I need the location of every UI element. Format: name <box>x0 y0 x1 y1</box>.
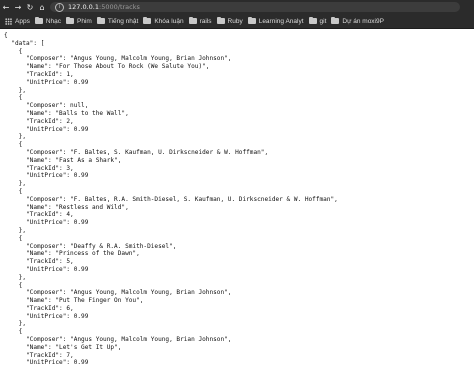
bookmark-9[interactable]: Dự án moxi9P <box>331 17 384 25</box>
back-icon[interactable]: ← <box>0 0 12 14</box>
bookmark-label: Nhạc <box>45 17 62 25</box>
apps-icon <box>5 17 12 25</box>
json-line: "data": [ <box>4 39 45 47</box>
json-line: { <box>4 94 23 102</box>
json-line: "Name": "Fast As a Shark", <box>4 156 122 164</box>
json-line: "Composer": "Angus Young, Malcolm Young,… <box>4 336 232 344</box>
json-line: "Name": "Let's Get It Up", <box>4 343 122 351</box>
json-line: "UnitPrice": 0.99 <box>4 359 89 367</box>
json-line: { <box>4 234 23 242</box>
json-line: "TrackId": 3, <box>4 164 74 172</box>
folder-icon <box>308 17 317 24</box>
json-line: }, <box>4 226 27 234</box>
json-line: "TrackId": 2, <box>4 117 74 125</box>
bookmark-label: Learning Analyt <box>258 17 304 25</box>
json-line: { <box>4 141 23 149</box>
bookmark-label: rails <box>199 17 212 25</box>
json-line: "UnitPrice": 0.99 <box>4 219 89 227</box>
bookmark-8[interactable]: git <box>308 17 327 25</box>
json-line: { <box>4 187 23 195</box>
json-line: }, <box>4 273 27 281</box>
folder-icon <box>188 17 197 24</box>
bookmark-label: Khóa luận <box>154 17 184 25</box>
json-line: }, <box>4 320 27 328</box>
bookmarks-bar: Apps Nhạc Phim Tiếng nhật Khóa luận rails Ruby… <box>0 14 474 29</box>
json-line: { <box>4 47 23 55</box>
json-line: "Composer": "F. Baltes, S. Kaufman, U. D… <box>4 148 269 156</box>
address-bar[interactable]: i 127.0.0.1:5000/tracks <box>50 2 460 12</box>
json-line: "Composer": "Deaffy & R.A. Smith-Diesel"… <box>4 242 177 250</box>
json-line: "TrackId": 5, <box>4 258 74 266</box>
folder-icon <box>96 17 105 24</box>
json-line: "Composer": "F. Baltes, R.A. Smith-Diese… <box>4 195 338 203</box>
json-line: "Name": "Balls to the Wall", <box>4 109 129 117</box>
bookmark-label: Tiếng nhật <box>107 17 139 25</box>
folder-icon <box>216 17 225 24</box>
bookmark-label: git <box>319 17 327 25</box>
home-icon[interactable]: ⌂ <box>36 0 48 14</box>
json-line: "Name": "Restless and Wild", <box>4 203 129 211</box>
bookmark-label: Apps <box>15 17 30 25</box>
json-line: "Composer": "Angus Young, Malcolm Young,… <box>4 289 232 297</box>
folder-icon <box>34 17 43 24</box>
bookmark-4[interactable]: Khóa luận <box>143 17 184 25</box>
reload-icon[interactable]: ↻ <box>24 0 36 14</box>
bookmark-label: Dự án moxi9P <box>342 17 384 25</box>
json-line: "Name": "For Those About To Rock (We Sal… <box>4 63 210 71</box>
json-line: { <box>4 328 23 336</box>
bookmark-7[interactable]: Learning Analyt <box>247 17 304 25</box>
json-line: "TrackId": 4, <box>4 211 74 219</box>
json-line: "UnitPrice": 0.99 <box>4 78 89 86</box>
json-line: "UnitPrice": 0.99 <box>4 125 89 133</box>
json-line: }, <box>4 86 27 94</box>
json-line: "UnitPrice": 0.99 <box>4 312 89 320</box>
bookmark-3[interactable]: Tiếng nhật <box>96 17 139 25</box>
bookmark-label: Ruby <box>227 17 243 25</box>
info-icon[interactable]: i <box>55 2 64 12</box>
bookmark-1[interactable]: Nhạc <box>34 17 62 25</box>
json-line: }, <box>4 180 27 188</box>
bookmark-2[interactable]: Phim <box>66 17 92 25</box>
json-line: "UnitPrice": 0.99 <box>4 265 89 273</box>
folder-icon <box>66 17 75 24</box>
json-line: "TrackId": 1, <box>4 70 74 78</box>
url-path: :5000/tracks <box>99 3 140 11</box>
json-line: "TrackId": 6, <box>4 304 74 312</box>
folder-icon <box>143 17 152 24</box>
json-line: "Composer": "Angus Young, Malcolm Young,… <box>4 55 232 63</box>
json-line: }, <box>4 133 27 141</box>
folder-icon <box>247 17 256 24</box>
json-line: "TrackId": 7, <box>4 351 74 359</box>
json-text: { "data": [ { "Composer": "Angus Young, … <box>4 32 474 367</box>
browser-toolbar: ← → ↻ ⌂ i 127.0.0.1:5000/tracks <box>0 0 474 14</box>
json-viewer: { "data": [ { "Composer": "Angus Young, … <box>4 32 474 367</box>
json-line: { <box>4 281 23 289</box>
json-line: "Name": "Put The Finger On You", <box>4 297 144 305</box>
json-line: { <box>4 32 8 39</box>
bookmark-6[interactable]: Ruby <box>216 17 243 25</box>
folder-icon <box>331 17 340 24</box>
bookmark-label: Phim <box>77 17 92 25</box>
forward-icon[interactable]: → <box>12 0 24 14</box>
json-line: "Name": "Princess of the Dawn", <box>4 250 140 258</box>
bookmark-0[interactable]: Apps <box>5 17 30 25</box>
bookmark-5[interactable]: rails <box>188 17 212 25</box>
json-line: "UnitPrice": 0.99 <box>4 172 89 180</box>
json-line: "Composer": null, <box>4 102 89 110</box>
url-host: 127.0.0.1 <box>68 3 100 11</box>
